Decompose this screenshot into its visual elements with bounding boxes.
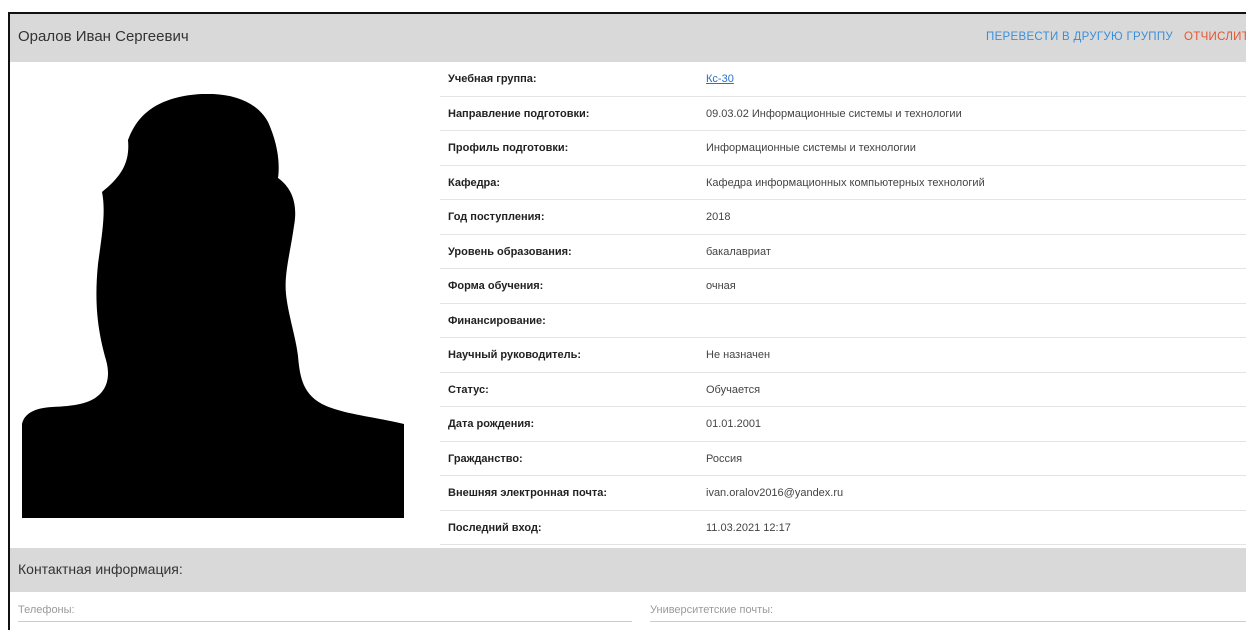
student-profile-frame: Оралов Иван Сергеевич ПЕРЕВЕСТИ В ДРУГУЮ… bbox=[8, 12, 1246, 630]
last-login-value: 11.03.2021 12:17 bbox=[706, 521, 791, 534]
info-row-department: Кафедра: Кафедра информационных компьюте… bbox=[440, 166, 1246, 200]
department-value: Кафедра информационных компьютерных техн… bbox=[706, 176, 985, 189]
student-info-table: Учебная группа: Кс-30 Направление подгот… bbox=[440, 62, 1246, 545]
citizenship-label: Гражданство: bbox=[448, 452, 523, 465]
info-row-status: Статус: Обучается bbox=[440, 373, 1246, 407]
group-link[interactable]: Кс-30 bbox=[706, 73, 734, 85]
student-name: Оралов Иван Сергеевич bbox=[18, 28, 189, 45]
funding-label: Финансирование: bbox=[448, 314, 546, 327]
supervisor-label: Научный руководитель: bbox=[448, 349, 582, 361]
profile-value: Информационные системы и технологии bbox=[706, 142, 916, 154]
birth-date-label: Дата рождения: bbox=[448, 418, 535, 430]
external-email-value: ivan.oralov2016@yandex.ru bbox=[706, 487, 844, 499]
group-label: Учебная группа: bbox=[448, 73, 537, 85]
contact-info-header: Контактная информация: bbox=[10, 548, 1246, 592]
phones-label: Телефоны: bbox=[18, 604, 75, 616]
transfer-group-button[interactable]: ПЕРЕВЕСТИ В ДРУГУЮ ГРУППУ bbox=[986, 31, 1173, 43]
expel-button[interactable]: ОТЧИСЛИТ bbox=[1184, 31, 1246, 43]
info-row-external-email: Внешняя электронная почта: ivan.oralov20… bbox=[440, 476, 1246, 511]
info-row-citizenship: Гражданство: Россия bbox=[440, 442, 1246, 476]
info-row-last-login: Последний вход: 11.03.2021 12:17 bbox=[440, 511, 1246, 545]
university-emails-field: Университетские почты: bbox=[650, 600, 1246, 622]
info-row-education-level: Уровень образования: бакалавриат bbox=[440, 235, 1246, 269]
external-email-label: Внешняя электронная почта: bbox=[448, 487, 608, 499]
birth-date-value: 01.01.2001 bbox=[706, 418, 762, 430]
info-row-study-form: Форма обучения: очная bbox=[440, 269, 1246, 304]
profile-label: Профиль подготовки: bbox=[448, 142, 569, 154]
avatar-silhouette-icon bbox=[22, 93, 404, 518]
admission-year-value: 2018 bbox=[706, 211, 731, 223]
study-form-value: очная bbox=[706, 280, 736, 292]
admission-year-label: Год поступления: bbox=[448, 211, 545, 223]
university-emails-label: Университетские почты: bbox=[650, 604, 774, 616]
phones-field: Телефоны: bbox=[18, 600, 632, 622]
last-login-label: Последний вход: bbox=[448, 521, 542, 534]
info-row-group: Учебная группа: Кс-30 bbox=[440, 62, 1246, 97]
info-row-birth-date: Дата рождения: 01.01.2001 bbox=[440, 407, 1246, 442]
info-row-direction: Направление подготовки: 09.03.02 Информа… bbox=[440, 97, 1246, 131]
direction-label: Направление подготовки: bbox=[448, 107, 590, 120]
direction-value: 09.03.02 Информационные системы и технол… bbox=[706, 107, 962, 120]
education-level-value: бакалавриат bbox=[706, 245, 771, 258]
study-form-label: Форма обучения: bbox=[448, 280, 544, 292]
status-value: Обучается bbox=[706, 383, 761, 396]
info-row-profile: Профиль подготовки: Информационные систе… bbox=[440, 131, 1246, 166]
department-label: Кафедра: bbox=[448, 176, 501, 189]
profile-header: Оралов Иван Сергеевич ПЕРЕВЕСТИ В ДРУГУЮ… bbox=[10, 14, 1246, 62]
citizenship-value: Россия bbox=[706, 452, 743, 465]
info-row-admission-year: Год поступления: 2018 bbox=[440, 200, 1246, 235]
contact-info-title: Контактная информация: bbox=[18, 561, 183, 577]
info-row-supervisor: Научный руководитель: Не назначен bbox=[440, 338, 1246, 373]
supervisor-value: Не назначен bbox=[706, 349, 771, 361]
info-row-funding: Финансирование: bbox=[440, 304, 1246, 338]
status-label: Статус: bbox=[448, 383, 489, 396]
education-level-label: Уровень образования: bbox=[448, 245, 572, 258]
